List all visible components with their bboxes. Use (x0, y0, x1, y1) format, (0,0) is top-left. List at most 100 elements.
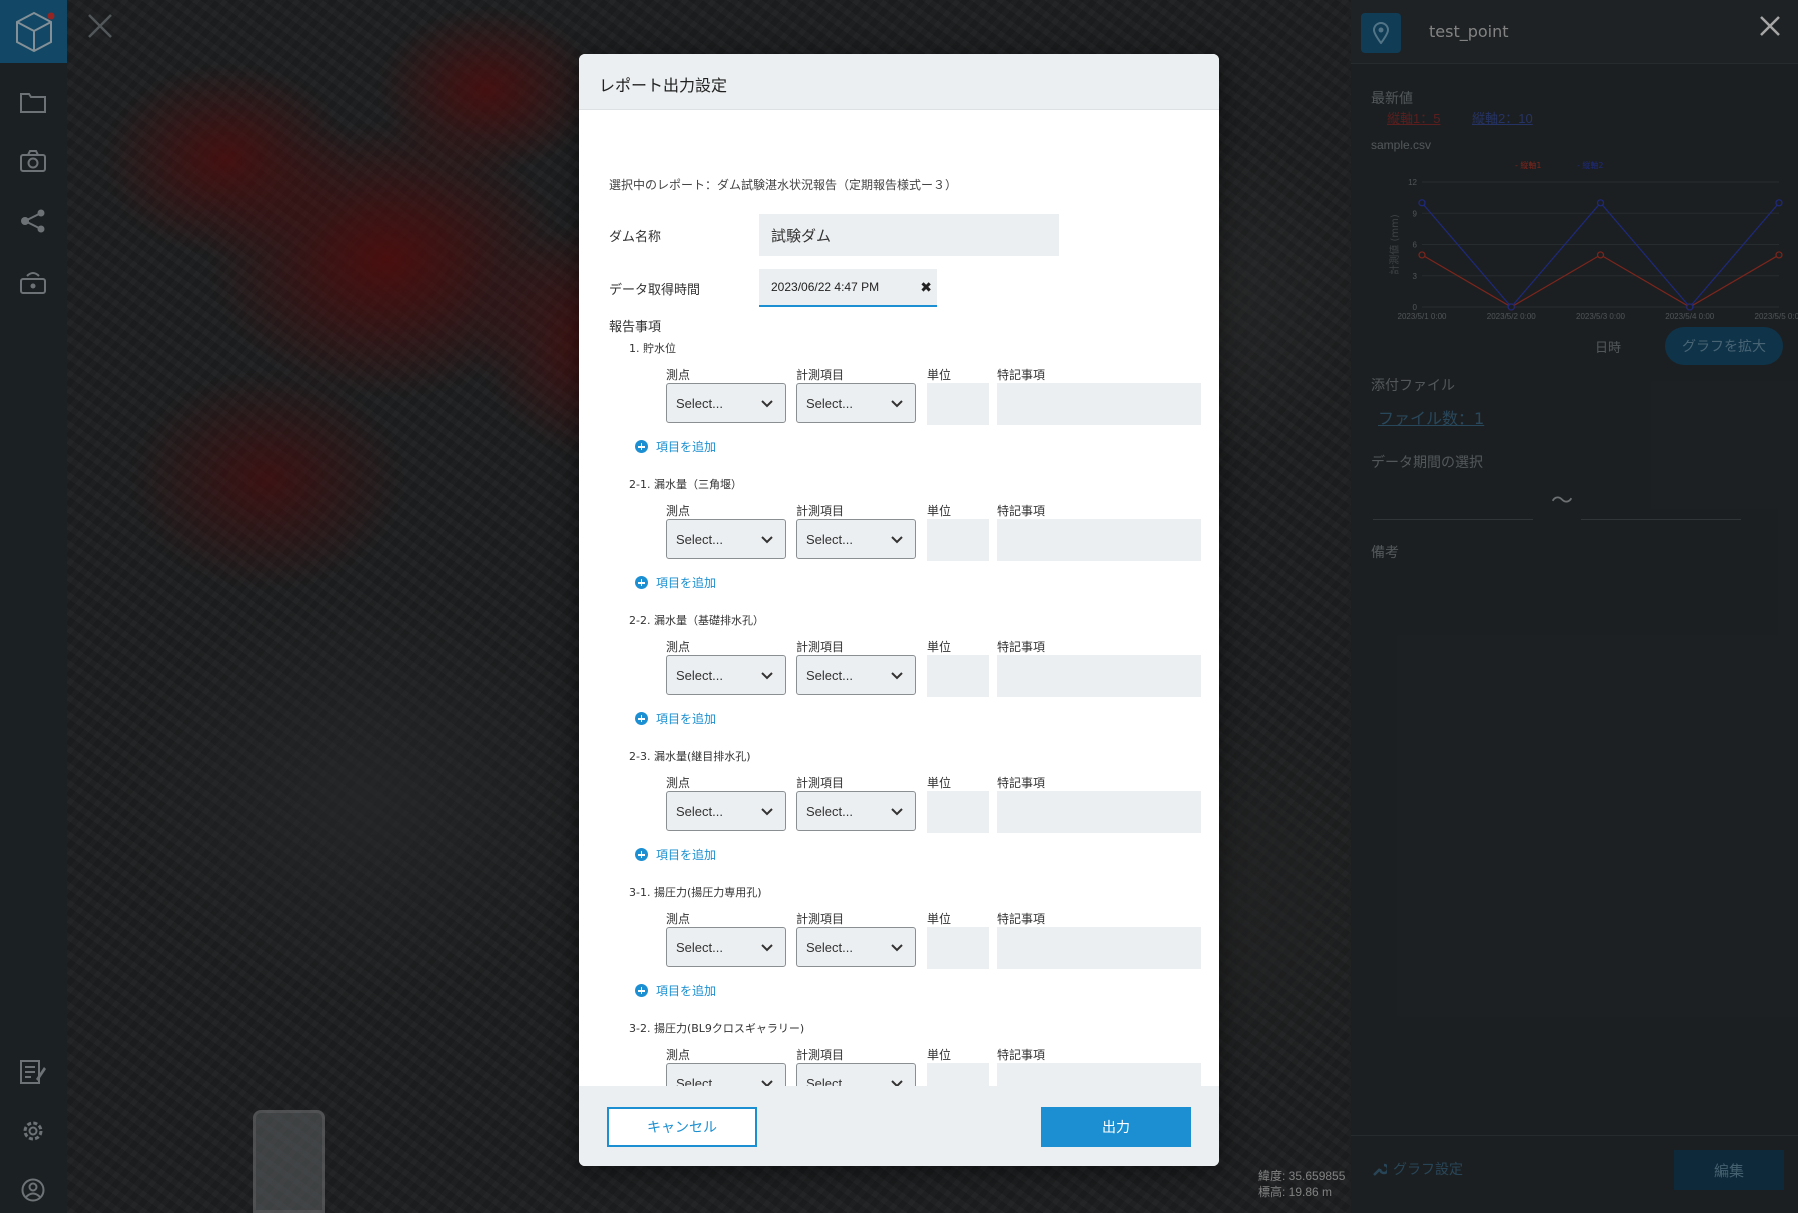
plus-circle-icon (635, 712, 648, 725)
add-item-label: 項目を追加 (656, 440, 717, 454)
column-measure-label: 計測項目 (796, 504, 845, 518)
dialog-title: レポート出力設定 (599, 76, 728, 95)
measure-select[interactable]: Select... (796, 1063, 916, 1086)
column-unit-label: 単位 (927, 640, 952, 654)
column-measure-label: 計測項目 (796, 1048, 845, 1062)
chevron-down-icon (761, 1076, 773, 1086)
report-section: 2-1. 漏水量（三角堰） 測点 計測項目 単位 特記事項 Select... Select… (579, 476, 1219, 612)
report-section: 3-2. 揚圧力(BL9クロスギャラリー) 測点 計測項目 単位 特記事項 Select.… (579, 1020, 1219, 1086)
add-item-button[interactable]: 項目を追加 (635, 846, 716, 863)
unit-field[interactable] (927, 383, 989, 425)
chevron-down-icon (891, 940, 903, 955)
chevron-down-icon (891, 396, 903, 411)
measure-select[interactable]: Select... (796, 519, 916, 559)
chevron-down-icon (891, 1076, 903, 1086)
measure-select[interactable]: Select... (796, 927, 916, 967)
plus-circle-icon (635, 440, 648, 453)
point-select-value: Select... (676, 803, 723, 819)
point-select[interactable]: Select... (666, 519, 786, 559)
chevron-down-icon (891, 668, 903, 683)
report-section: 2-2. 漏水量（基礎排水孔） 測点 計測項目 単位 特記事項 Select... Sele… (579, 612, 1219, 748)
column-measure-label: 計測項目 (796, 640, 845, 654)
column-unit-label: 単位 (927, 912, 952, 926)
column-point-label: 測点 (666, 912, 691, 926)
section-title: 2-2. 漏水量（基礎排水孔） (629, 614, 764, 627)
add-item-button[interactable]: 項目を追加 (635, 438, 716, 455)
column-remark-label: 特記事項 (997, 912, 1046, 926)
dialog-body[interactable]: 選択中のレポート：ダム試験湛水状況報告（定期報告様式ー３） ダム名称 試験ダム … (579, 110, 1219, 1086)
point-select[interactable]: Select... (666, 655, 786, 695)
column-measure-label: 計測項目 (796, 912, 845, 926)
unit-field[interactable] (927, 1063, 989, 1086)
measure-select[interactable]: Select... (796, 655, 916, 695)
plus-circle-icon (635, 576, 648, 589)
column-point-label: 測点 (666, 640, 691, 654)
dam-name-field[interactable]: 試験ダム (759, 214, 1059, 256)
column-unit-label: 単位 (927, 368, 952, 382)
output-button[interactable]: 出力 (1041, 1107, 1191, 1147)
clear-date-icon[interactable]: ✖ (920, 279, 932, 296)
chevron-down-icon (761, 396, 773, 411)
remark-field[interactable] (997, 383, 1201, 425)
plus-circle-icon (635, 848, 648, 861)
measure-select-value: Select... (806, 395, 853, 411)
column-point-label: 測点 (666, 776, 691, 790)
column-remark-label: 特記事項 (997, 640, 1046, 654)
remark-field[interactable] (997, 655, 1201, 697)
column-remark-label: 特記事項 (997, 1048, 1046, 1062)
column-point-label: 測点 (666, 1048, 691, 1062)
section-title: 2-1. 漏水量（三角堰） (629, 478, 742, 491)
point-select[interactable]: Select... (666, 1063, 786, 1086)
section-title: 3-1. 揚圧力(揚圧力専用孔) (629, 886, 762, 899)
report-section: 2-3. 漏水量(継目排水孔) 測点 計測項目 単位 特記事項 Select... Sele… (579, 748, 1219, 884)
remark-field[interactable] (997, 1063, 1201, 1086)
measure-select-value: Select... (806, 531, 853, 547)
chevron-down-icon (761, 532, 773, 547)
measure-select[interactable]: Select... (796, 383, 916, 423)
add-item-label: 項目を追加 (656, 848, 717, 862)
section-title: 2-3. 漏水量(継目排水孔) (629, 750, 751, 763)
remark-field[interactable] (997, 927, 1201, 969)
add-item-label: 項目を追加 (656, 576, 717, 590)
report-output-dialog: レポート出力設定 選択中のレポート：ダム試験湛水状況報告（定期報告様式ー３） ダ… (579, 54, 1219, 1166)
cancel-button[interactable]: キャンセル (607, 1107, 757, 1147)
column-point-label: 測点 (666, 504, 691, 518)
report-items-label: 報告事項 (609, 320, 662, 335)
unit-field[interactable] (927, 927, 989, 969)
column-remark-label: 特記事項 (997, 776, 1046, 790)
chevron-down-icon (761, 940, 773, 955)
section-title: 3-2. 揚圧力(BL9クロスギャラリー) (629, 1022, 805, 1035)
dialog-footer: キャンセル 出力 (579, 1086, 1219, 1166)
column-remark-label: 特記事項 (997, 504, 1046, 518)
unit-field[interactable] (927, 655, 989, 697)
point-select[interactable]: Select... (666, 383, 786, 423)
plus-circle-icon (635, 984, 648, 997)
column-unit-label: 単位 (927, 1048, 952, 1062)
measure-select[interactable]: Select... (796, 791, 916, 831)
chevron-down-icon (761, 668, 773, 683)
dialog-header: レポート出力設定 (579, 54, 1219, 110)
column-measure-label: 計測項目 (796, 776, 845, 790)
measure-select-value: Select... (806, 1075, 853, 1087)
remark-field[interactable] (997, 519, 1201, 561)
point-select-value: Select... (676, 939, 723, 955)
add-item-button[interactable]: 項目を追加 (635, 710, 716, 727)
add-item-label: 項目を追加 (656, 984, 717, 998)
unit-field[interactable] (927, 791, 989, 833)
selected-report-text: 選択中のレポート：ダム試験湛水状況報告（定期報告様式ー３） (609, 178, 958, 192)
column-unit-label: 単位 (927, 776, 952, 790)
add-item-button[interactable]: 項目を追加 (635, 574, 716, 591)
report-section: 1. 貯水位 測点 計測項目 単位 特記事項 Select... Select... 項目を追… (579, 340, 1219, 476)
add-item-button[interactable]: 項目を追加 (635, 982, 716, 999)
datetime-label: データ取得時間 (609, 283, 701, 298)
column-measure-label: 計測項目 (796, 368, 845, 382)
chevron-down-icon (761, 804, 773, 819)
unit-field[interactable] (927, 519, 989, 561)
section-title: 1. 貯水位 (629, 342, 676, 355)
chevron-down-icon (891, 804, 903, 819)
remark-field[interactable] (997, 791, 1201, 833)
point-select[interactable]: Select... (666, 927, 786, 967)
point-select[interactable]: Select... (666, 791, 786, 831)
report-section: 3-1. 揚圧力(揚圧力専用孔) 測点 計測項目 単位 特記事項 Select... Sel… (579, 884, 1219, 1020)
datetime-field[interactable]: 2023/06/22 4:47 PM ✖ (759, 269, 937, 307)
